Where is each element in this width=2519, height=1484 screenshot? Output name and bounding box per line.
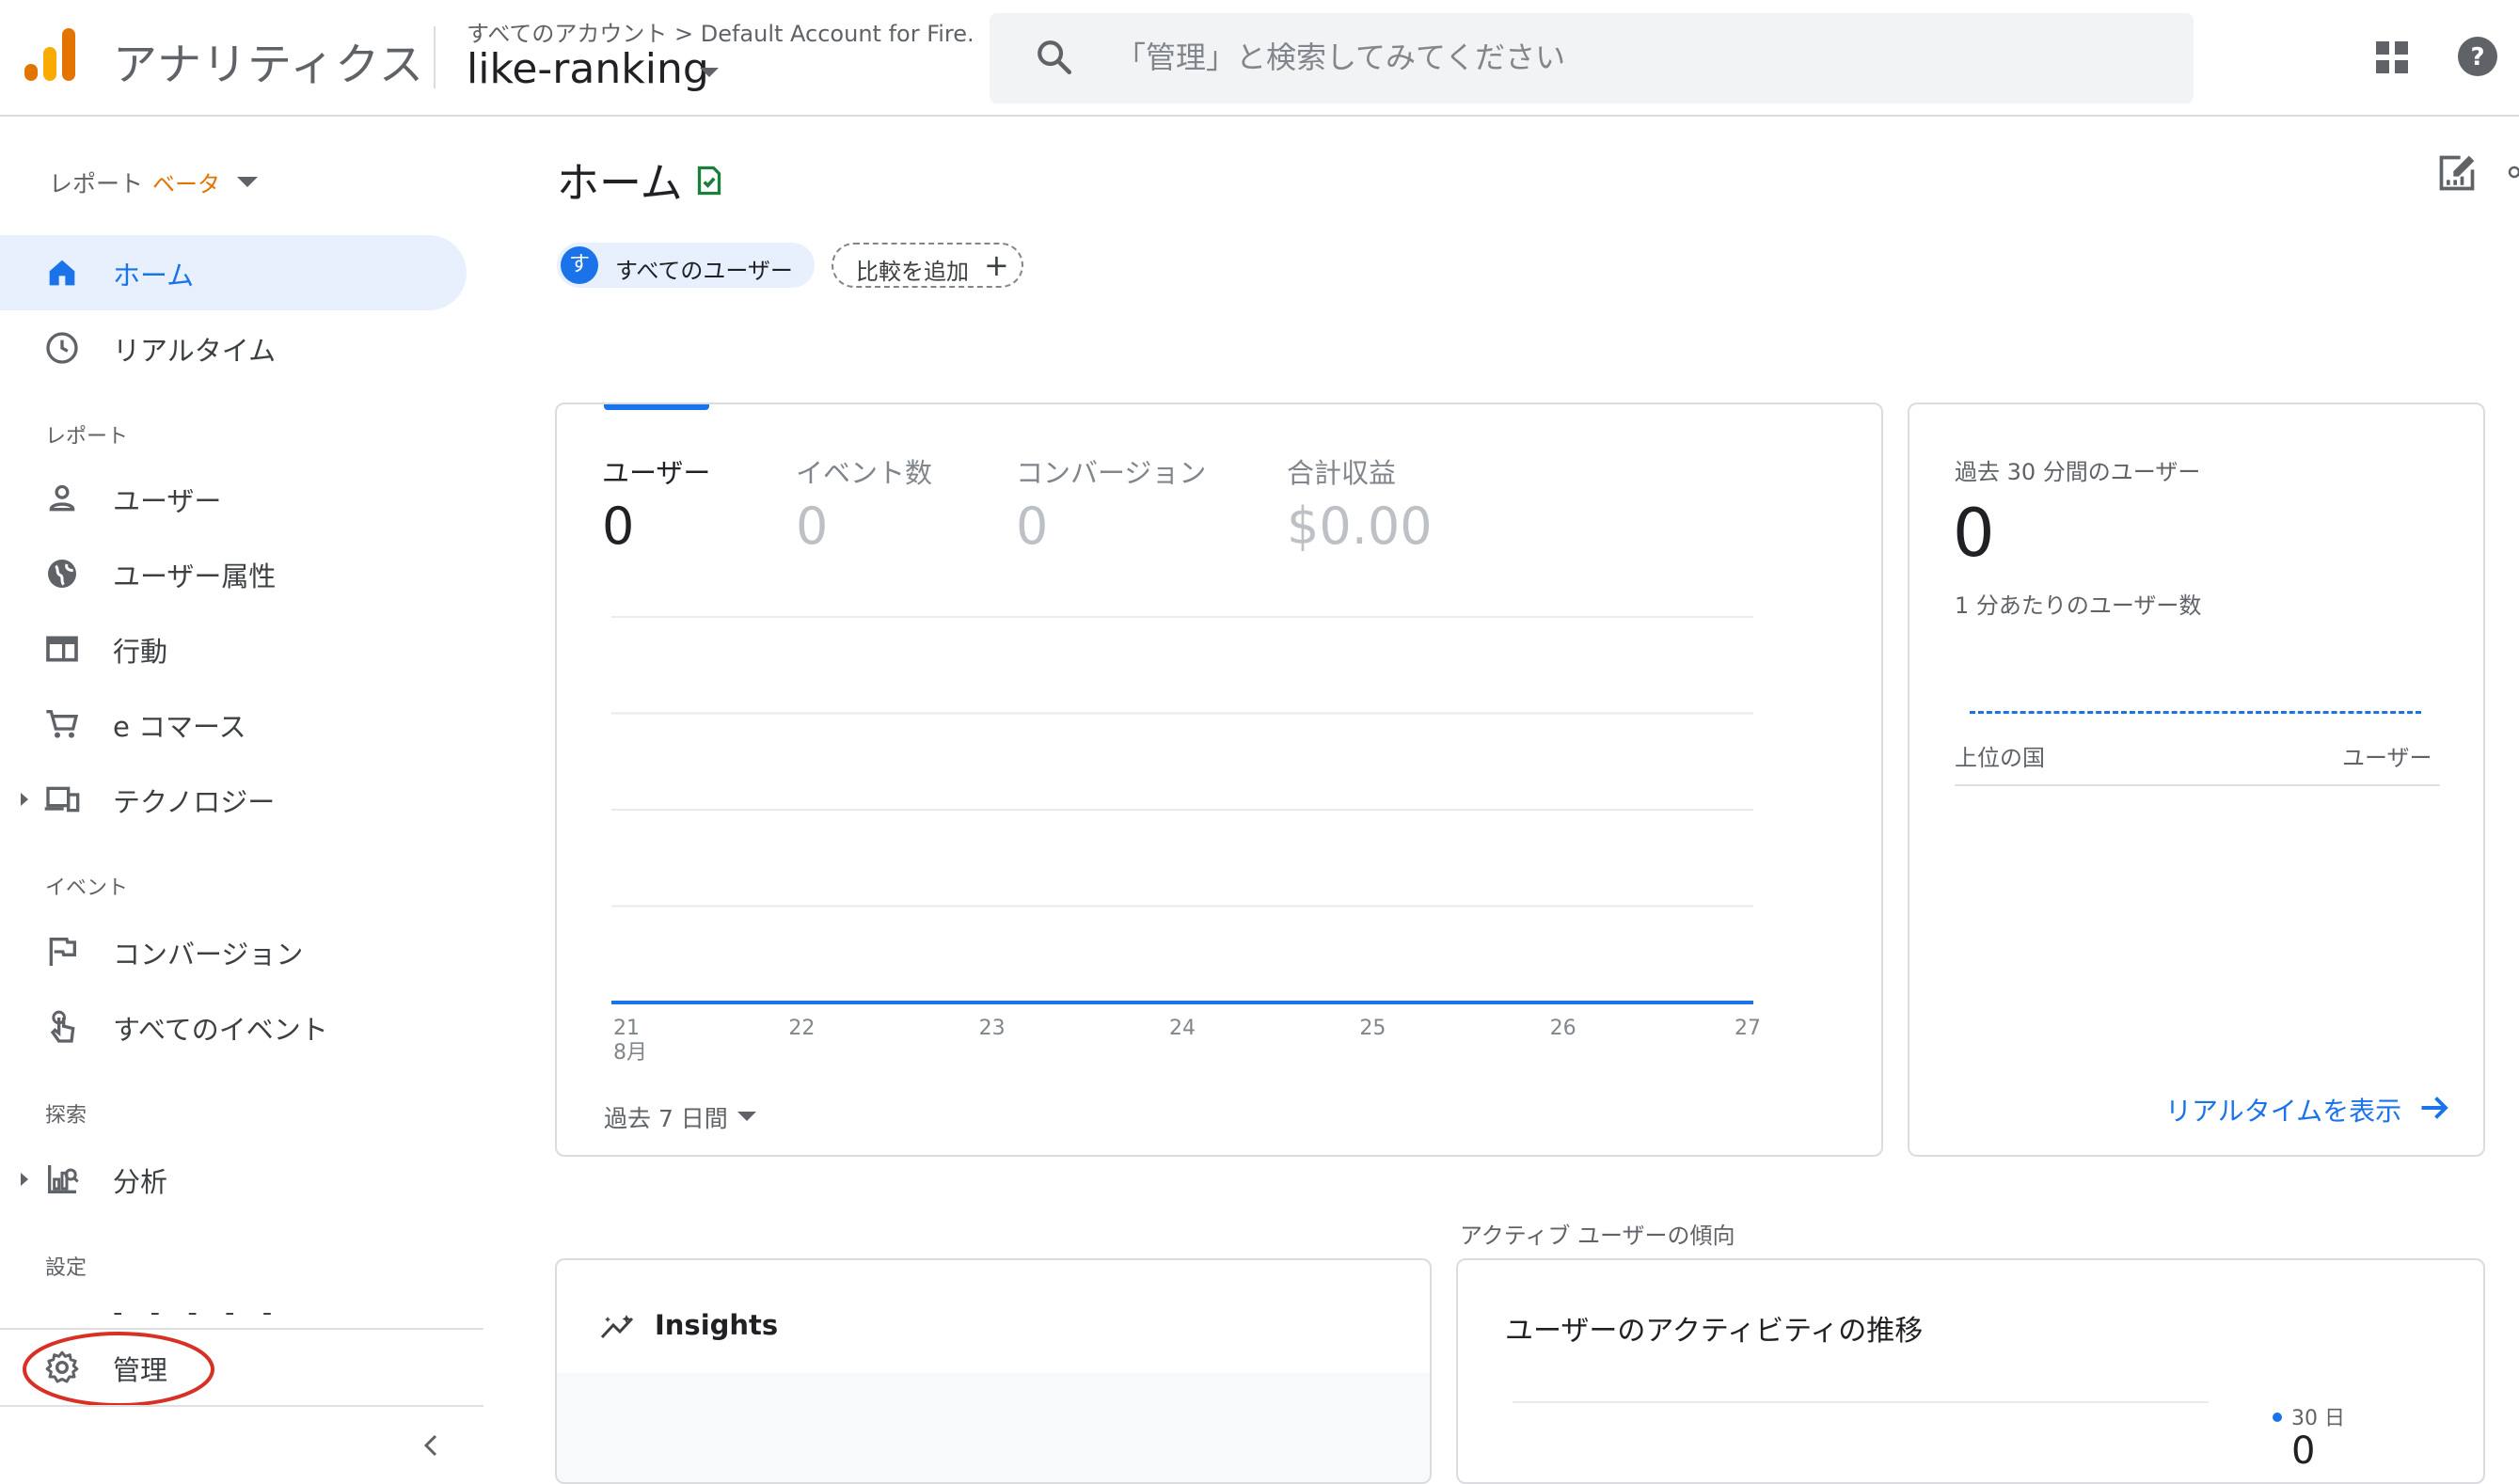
chevron-down-icon[interactable] (737, 1112, 756, 1121)
property-selector[interactable]: like-ranking (467, 45, 709, 93)
sidebar-item-label: ユーザー (113, 485, 222, 517)
analysis-icon (48, 1165, 79, 1193)
sidebar-item-conversions[interactable]: コンバージョン (0, 914, 467, 989)
flag-icon (49, 938, 76, 966)
sidebar-item-behavior[interactable]: 行動 (0, 611, 467, 687)
plus-icon: + (984, 247, 1009, 283)
section-heading-active-user-trend: アクティブ ユーザーの傾向 (1460, 1223, 1735, 1249)
x-tick-label: 26 (1550, 1017, 1576, 1040)
beta-badge: ベータ (152, 171, 220, 197)
share-icon[interactable] (2506, 166, 2519, 179)
sidebar-item-label: e コマース (113, 711, 246, 743)
clock-icon (46, 332, 78, 364)
insights-card: Insights (555, 1258, 1432, 1484)
person-icon (49, 484, 75, 512)
section-label-explore: 探索 (45, 1104, 87, 1128)
column-header-country: 上位の国 (1955, 745, 2045, 771)
cart-icon (46, 710, 79, 738)
x-tick-label: 23 (979, 1017, 1006, 1040)
sidebar-item-users[interactable]: ユーザー (0, 461, 467, 536)
sidebar-item-label: ユーザー属性 (113, 560, 277, 592)
x-month-label: 8月 (613, 1041, 647, 1065)
chip-avatar: す (561, 246, 598, 284)
verified-page-icon[interactable] (692, 164, 726, 197)
sidebar-item-label: テクノロジー (113, 786, 276, 818)
svg-text:?: ? (2470, 43, 2484, 71)
sidebar-footer-divider (0, 1405, 483, 1407)
activity-title: ユーザーのアクティビティの推移 (1505, 1315, 1924, 1348)
x-tick-label: 21 (613, 1017, 640, 1040)
sidebar-item-label: ホーム (113, 260, 195, 292)
sidebar-item-label: 行動 (113, 636, 168, 668)
legend-dot (2273, 1413, 2282, 1422)
sidebar-item-label: すべてのイベント (113, 1014, 328, 1046)
top-app-bar: アナリティクス すべてのアカウント > Default Account for … (0, 0, 2519, 117)
chevron-down-icon[interactable] (237, 177, 258, 187)
layout-icon (46, 636, 78, 662)
customize-report-icon[interactable] (2436, 152, 2478, 194)
sidebar-item-label: コンバージョン (113, 939, 304, 971)
help-icon[interactable]: ? (2457, 36, 2498, 77)
account-breadcrumb[interactable]: すべてのアカウント > Default Account for Fire... (467, 15, 974, 48)
section-label-reports: レポート (45, 425, 129, 449)
home-icon (49, 260, 75, 286)
expand-arrow-icon[interactable] (21, 1173, 28, 1186)
sidebar-item-all-events[interactable]: すべてのイベント (0, 989, 467, 1065)
activity-chart-gridline (1513, 1401, 2209, 1403)
chip-label: すべてのユーザー (615, 258, 793, 284)
sidebar-item-label: リアルタイム (113, 335, 277, 367)
dropdown-arrow-icon[interactable] (700, 68, 719, 77)
sidebar-item-home[interactable]: ホーム (0, 235, 467, 310)
sidebar-item-analysis[interactable]: 分析 (0, 1142, 467, 1217)
comparison-chip-all-users[interactable]: す すべてのユーザー (557, 243, 815, 288)
header-divider (434, 26, 436, 88)
arrow-right-icon[interactable] (2417, 1091, 2451, 1125)
view-realtime-link[interactable]: リアルタイムを表示 (2165, 1091, 2401, 1129)
x-tick-label: 27 (1735, 1017, 1761, 1040)
sidebar-item-ecommerce[interactable]: e コマース (0, 687, 467, 762)
add-comparison-button[interactable]: 比較を追加 + (832, 243, 1023, 288)
insights-title: Insights (655, 1309, 779, 1341)
realtime-sparkline (1970, 711, 2421, 714)
globe-icon (48, 560, 76, 588)
sidebar-item-demographics[interactable]: ユーザー属性 (0, 536, 467, 611)
insights-icon (600, 1315, 634, 1339)
chevron-left-icon[interactable] (420, 1433, 444, 1458)
highlight-ellipse (23, 1332, 214, 1407)
devices-icon (44, 786, 80, 813)
overview-card: ユーザー 0 イベント数 0 コンバージョン 0 合計収益 $0.00 21 22… (555, 403, 1883, 1157)
x-tick-label: 24 (1169, 1017, 1196, 1040)
users-line-chart: 21 22 23 24 25 26 27 8月 (611, 616, 1761, 1065)
insights-content (557, 1373, 1430, 1482)
realtime-card: 過去 30 分間のユーザー 0 1 分あたりのユーザー数 上位の国 ユーザー リ… (1908, 403, 2485, 1157)
x-tick-label: 25 (1359, 1017, 1386, 1040)
touch-icon (50, 1010, 75, 1043)
add-comparison-label: 比較を追加 (856, 259, 969, 285)
x-tick-label: 22 (788, 1017, 815, 1040)
page-title: ホーム (557, 158, 683, 208)
apps-grid-icon[interactable] (2376, 41, 2410, 75)
sidebar-item-label: 分析 (113, 1166, 168, 1198)
analytics-logo-icon[interactable] (24, 28, 79, 85)
legend-label-30-days: 30 日 (2291, 1407, 2345, 1430)
realtime-title: 過去 30 分間のユーザー (1955, 459, 2201, 485)
column-header-users: ユーザー (2342, 745, 2432, 771)
section-label-events: イベント (45, 876, 129, 900)
realtime-subtitle: 1 分あたりのユーザー数 (1955, 592, 2202, 619)
sidebar-item-realtime[interactable]: リアルタイム (0, 310, 467, 386)
app-title: アナリティクス (113, 39, 424, 91)
reports-title: レポート (49, 170, 144, 197)
sidebar-nav: レポート ベータ ホーム リアルタイム レポート ユーザー ユーザー属性 行動 … (0, 117, 483, 1467)
date-range-selector[interactable]: 過去 7 日間 (604, 1100, 728, 1134)
expand-arrow-icon[interactable] (21, 793, 28, 806)
table-divider (1955, 784, 2440, 786)
user-activity-card: ユーザーのアクティビティの推移 30 日 0 (1456, 1258, 2485, 1484)
search-placeholder[interactable]: 「管理」と検索してみてください (1116, 34, 1565, 77)
sidebar-item-technology[interactable]: テクノロジー (0, 762, 467, 837)
realtime-value: 0 (1953, 495, 1995, 572)
sidebar-item-partial: - - - - - - (113, 1313, 301, 1328)
activity-value-30-days: 0 (2291, 1429, 2316, 1473)
search-icon[interactable] (1035, 38, 1074, 77)
section-label-settings: 設定 (45, 1256, 87, 1280)
